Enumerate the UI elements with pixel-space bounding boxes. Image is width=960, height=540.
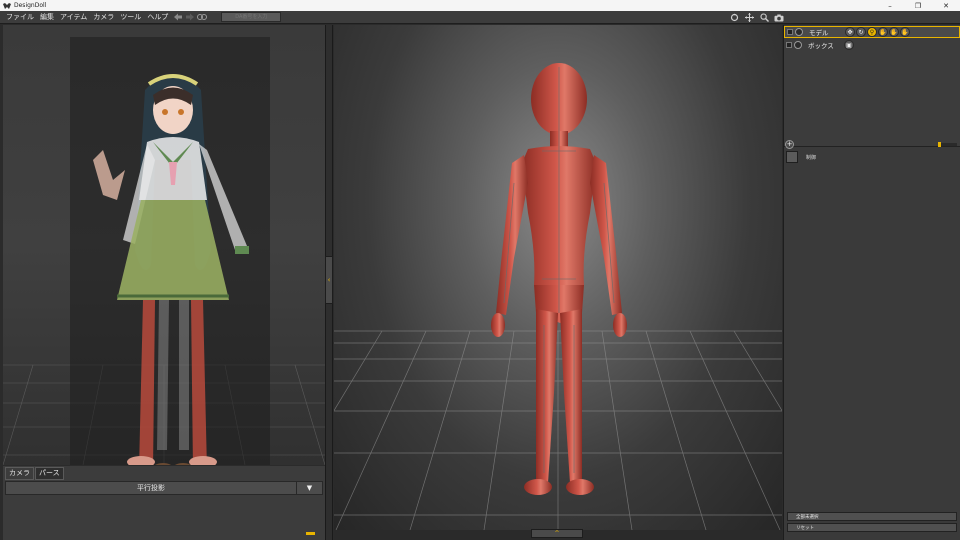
opacity-slider-track[interactable] [939, 143, 957, 146]
menu-item[interactable]: アイテム [57, 11, 90, 24]
scene-row-model[interactable]: モデル ✥ ↻ ⚲ ✋ ✋ ✋ [784, 26, 960, 38]
pan-icon[interactable] [744, 13, 754, 23]
move-icon[interactable]: ✥ [845, 27, 855, 37]
rotate-view-icon[interactable] [729, 13, 739, 23]
main-3d-viewport[interactable] [334, 25, 782, 530]
scene-row-label: モデル [809, 29, 829, 37]
window-title: DesignDoll [14, 2, 47, 9]
deselect-all-label: 全部未選択 [796, 514, 819, 520]
maximize-button[interactable]: ❐ [904, 0, 932, 11]
model-tool-icons: ✥ ↻ ⚲ ✋ ✋ ✋ [845, 27, 910, 37]
property-item[interactable]: 制御 [786, 151, 960, 163]
visibility-toggle[interactable] [787, 29, 793, 35]
screenshot-camera-icon[interactable] [774, 13, 784, 23]
app-logo-icon [3, 2, 11, 9]
scene-row-box[interactable]: ボックス ▣ [784, 39, 960, 51]
box-tool-icons: ▣ [844, 40, 854, 50]
window-controls: – ❐ ✕ [876, 0, 960, 11]
menu-camera[interactable]: カメラ [90, 11, 117, 24]
rotate-icon[interactable]: ↻ [856, 27, 866, 37]
menu-edit[interactable]: 編集 [37, 11, 57, 24]
scene-row-label: ボックス [808, 42, 834, 50]
menu-file[interactable]: ファイル [3, 11, 37, 24]
view-tools [727, 11, 784, 24]
chevron-down-icon[interactable]: ▼ [296, 482, 322, 494]
link-icon[interactable] [197, 12, 208, 22]
property-label: 制御 [806, 154, 817, 161]
undo-icon[interactable] [173, 12, 183, 22]
projection-select[interactable]: 平行投影 ▼ [5, 481, 323, 495]
camera-settings-panel: カメラ パース 平行投影 ▼ [3, 466, 325, 540]
title-bar: DesignDoll – ❐ ✕ [0, 0, 960, 11]
eye-icon[interactable] [795, 28, 803, 36]
camera-tabs: カメラ パース [5, 467, 64, 480]
add-object-button[interactable]: + [785, 139, 794, 149]
projection-value: 平行投影 [137, 484, 165, 492]
tab-perspective[interactable]: パース [35, 467, 64, 480]
expand-bottom-handle[interactable]: ^ [531, 529, 583, 538]
eye-icon[interactable] [794, 41, 802, 49]
reference-character-image [93, 74, 249, 465]
minimize-button[interactable]: – [876, 0, 904, 11]
collapse-left-handle[interactable]: ‹ [325, 256, 333, 304]
box-icon[interactable]: ▣ [844, 40, 854, 50]
redo-icon[interactable] [185, 12, 195, 22]
reset-label: リセット [796, 525, 814, 531]
zoom-view-icon[interactable] [759, 13, 769, 23]
close-button[interactable]: ✕ [932, 0, 960, 11]
menu-bar: ファイル 編集 アイテム カメラ ツール ヘルプ [0, 11, 960, 24]
visibility-toggle[interactable] [786, 42, 792, 48]
menu-tools[interactable]: ツール [117, 11, 144, 24]
design-doll-model[interactable] [484, 63, 634, 498]
hand-icon[interactable]: ✋ [889, 27, 899, 37]
tab-camera[interactable]: カメラ [5, 467, 34, 480]
hand-pose-icon[interactable]: ✋ [878, 27, 888, 37]
right-sidebar: モデル ✥ ↻ ⚲ ✋ ✋ ✋ ボックス ▣ + 制御 全部未選択 リセット [783, 25, 960, 540]
scene-object-list: モデル ✥ ↻ ⚲ ✋ ✋ ✋ ボックス ▣ + [784, 25, 960, 149]
properties-panel: 制御 [784, 149, 960, 511]
menu-help[interactable]: ヘルプ [144, 11, 171, 24]
reference-panel[interactable] [3, 25, 325, 465]
deselect-all-button[interactable]: 全部未選択 [787, 512, 957, 521]
resize-grip[interactable] [306, 532, 315, 535]
opacity-slider-thumb[interactable] [938, 142, 941, 147]
zoom-icon[interactable]: ⚲ [867, 27, 877, 37]
property-thumbnail [786, 151, 798, 163]
da-number-input[interactable] [221, 12, 282, 22]
reset-button[interactable]: リセット [787, 523, 957, 532]
hand-alt-icon[interactable]: ✋ [900, 27, 910, 37]
scene-add-row: + [784, 139, 960, 149]
